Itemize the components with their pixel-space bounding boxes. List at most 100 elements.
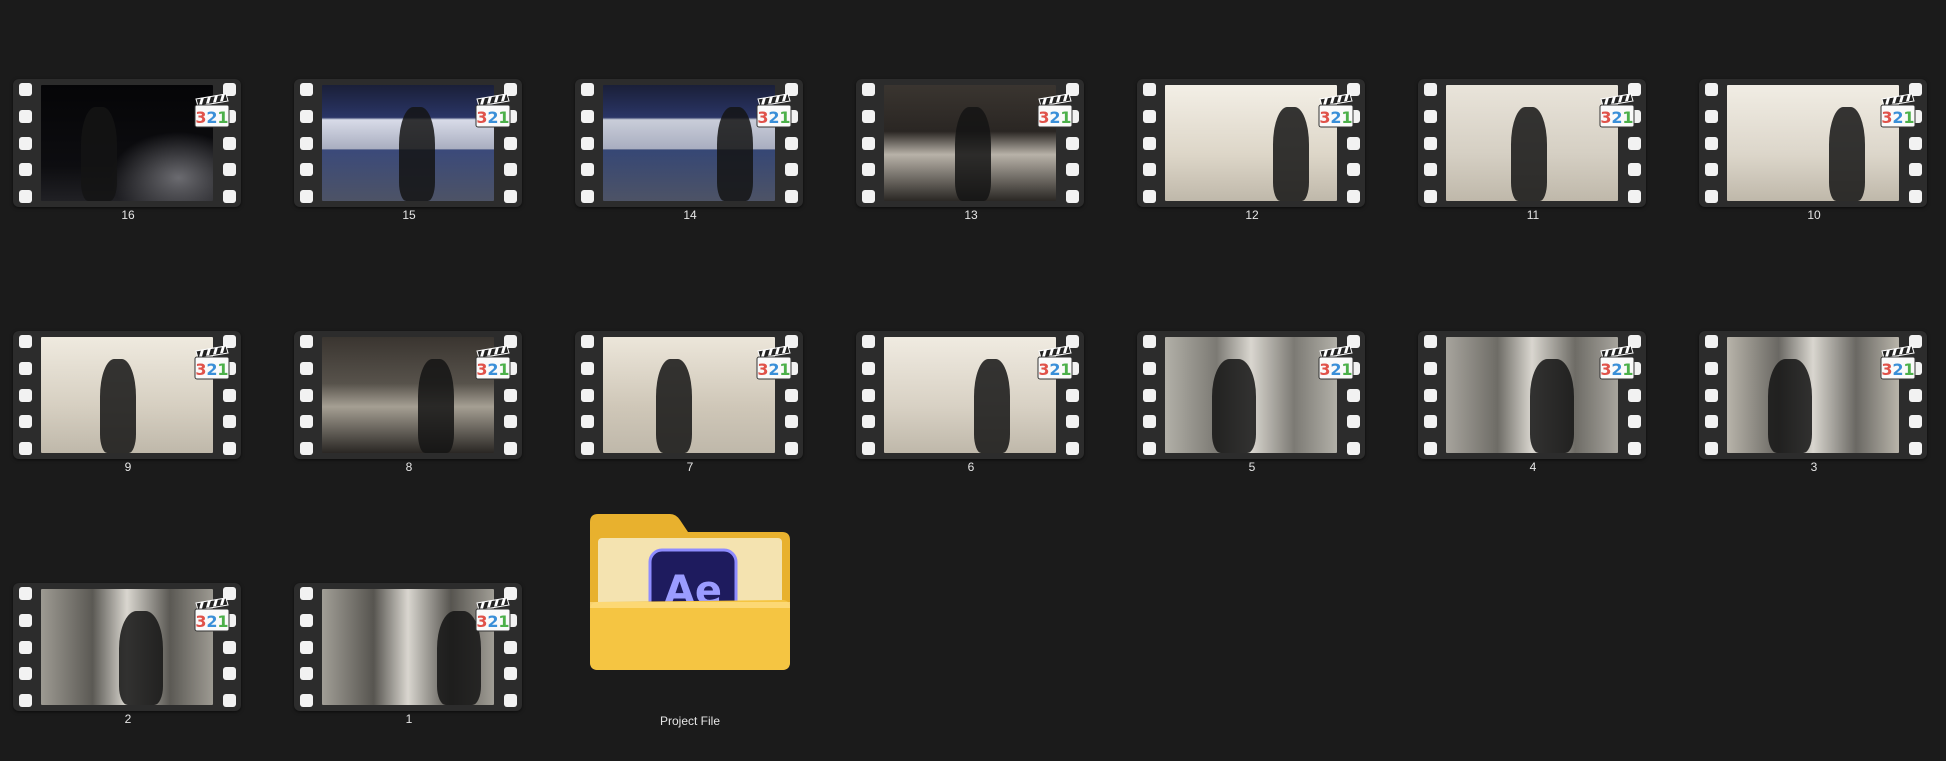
media-player-classic-icon: 321 xyxy=(475,93,511,128)
film-hole xyxy=(1704,163,1718,177)
film-hole xyxy=(784,136,798,150)
scene-figure xyxy=(1511,107,1547,201)
scene-figure xyxy=(119,611,163,705)
player-badge-digit: 2 xyxy=(1330,360,1341,379)
film-hole xyxy=(1423,442,1437,455)
scene-figure xyxy=(1768,359,1812,453)
film-hole xyxy=(580,415,594,429)
player-badge-digit: 2 xyxy=(1049,108,1060,127)
video-file-item[interactable]: 3 2 1 15 xyxy=(284,0,544,222)
video-file-item[interactable]: 3 2 1 14 xyxy=(565,0,825,222)
film-hole xyxy=(861,442,875,455)
media-player-classic-icon: 321 xyxy=(194,345,230,380)
video-file-item[interactable]: 321 2 xyxy=(3,504,263,726)
film-hole xyxy=(299,109,313,123)
film-hole xyxy=(299,667,313,681)
film-hole xyxy=(18,388,32,402)
film-hole xyxy=(222,442,236,455)
video-file-item[interactable]: 3 2 1 12 xyxy=(1127,0,1387,222)
video-file-item[interactable]: 321 4 xyxy=(1408,252,1668,474)
video-file-item[interactable]: 321 8 xyxy=(284,252,544,474)
scene-figure xyxy=(974,359,1010,453)
film-hole xyxy=(1423,335,1437,348)
film-hole xyxy=(18,163,32,177)
media-player-classic-icon: 321 xyxy=(1318,345,1354,380)
video-file-item[interactable]: 3 2 1 16 xyxy=(3,0,263,222)
film-hole xyxy=(1627,388,1641,402)
film-hole xyxy=(1346,388,1360,402)
film-hole xyxy=(222,163,236,177)
file-name-label: 2 xyxy=(124,712,132,726)
film-hole xyxy=(299,415,313,429)
film-hole xyxy=(1908,388,1922,402)
film-hole xyxy=(1704,109,1718,123)
video-file-item[interactable]: 3 2 1 11 xyxy=(1408,0,1668,222)
film-hole xyxy=(1346,163,1360,177)
video-file-item[interactable]: 3 2 1 13 xyxy=(846,0,1106,222)
video-file-item[interactable]: 321 5 xyxy=(1127,252,1387,474)
film-hole xyxy=(222,190,236,203)
video-frame-preview xyxy=(41,337,213,453)
film-perforations xyxy=(859,83,877,203)
video-frame-preview xyxy=(603,85,775,201)
film-hole xyxy=(580,109,594,123)
scene-figure xyxy=(100,359,136,453)
film-hole xyxy=(222,640,236,654)
player-badge-digit: 3 xyxy=(195,360,206,379)
media-player-classic-icon: 321 xyxy=(1880,93,1916,128)
film-hole xyxy=(784,388,798,402)
player-badge-digit: 2 xyxy=(1330,108,1341,127)
film-hole xyxy=(1627,442,1641,455)
media-player-classic-icon: 321 xyxy=(194,597,230,632)
player-badge-digit: 1 xyxy=(498,108,509,127)
video-frame-preview xyxy=(884,85,1056,201)
video-file-item[interactable]: 321 7 xyxy=(565,252,825,474)
film-hole xyxy=(861,136,875,150)
folder-name-label: Project File xyxy=(659,714,721,728)
film-hole xyxy=(1065,163,1079,177)
player-badge-digit: 2 xyxy=(487,612,498,631)
scene-figure xyxy=(399,107,435,201)
film-perforations xyxy=(1140,83,1158,203)
video-file-item[interactable]: 3 2 1 10 xyxy=(1689,0,1946,222)
film-hole xyxy=(299,694,313,707)
film-hole xyxy=(1423,83,1437,96)
film-hole xyxy=(1908,190,1922,203)
file-name-label: 6 xyxy=(967,460,975,474)
film-hole xyxy=(1065,136,1079,150)
film-hole xyxy=(1704,361,1718,375)
film-hole xyxy=(861,83,875,96)
film-perforations xyxy=(578,83,596,203)
media-player-classic-icon: 321 xyxy=(194,93,230,128)
project-folder-item[interactable]: Ae Project File xyxy=(565,504,825,744)
film-hole xyxy=(18,190,32,203)
film-hole xyxy=(503,667,517,681)
player-badge-digit: 1 xyxy=(1622,360,1633,379)
film-hole xyxy=(18,694,32,707)
film-hole xyxy=(580,335,594,348)
video-file-item[interactable]: 3211 xyxy=(284,504,544,726)
scene-figure xyxy=(1530,359,1574,453)
film-hole xyxy=(18,361,32,375)
video-file-item[interactable]: 3213 xyxy=(1689,252,1946,474)
media-player-classic-icon: 321 xyxy=(756,345,792,380)
player-badge-digit: 2 xyxy=(1611,108,1622,127)
film-hole xyxy=(299,163,313,177)
video-file-item[interactable]: 321 6 xyxy=(846,252,1106,474)
film-hole xyxy=(580,442,594,455)
film-hole xyxy=(1142,388,1156,402)
film-perforations xyxy=(1421,83,1439,203)
video-frame-preview xyxy=(322,337,494,453)
film-hole xyxy=(299,335,313,348)
video-file-item[interactable]: 321 9 xyxy=(3,252,263,474)
film-hole xyxy=(861,415,875,429)
player-badge-digit: 3 xyxy=(757,108,768,127)
file-name-label: 5 xyxy=(1248,460,1256,474)
folder-icon: Ae xyxy=(590,514,790,670)
film-hole xyxy=(1346,190,1360,203)
film-hole xyxy=(503,415,517,429)
player-badge-digit: 1 xyxy=(779,360,790,379)
film-hole xyxy=(299,388,313,402)
film-hole xyxy=(222,415,236,429)
player-badge-digit: 2 xyxy=(1049,360,1060,379)
